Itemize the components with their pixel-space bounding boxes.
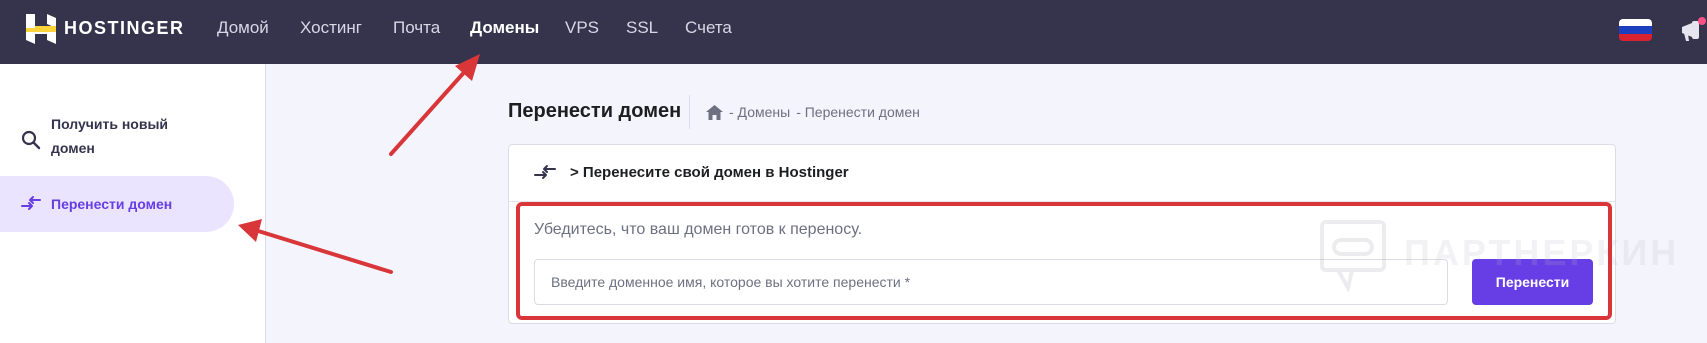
card-header[interactable]: > Перенесите свой домен в Hostinger — [509, 145, 1615, 202]
sidebar-item-transfer-domain[interactable]: Перенести домен — [0, 176, 234, 232]
breadcrumb-domains[interactable]: - Домены — [729, 104, 790, 120]
top-bar: HOSTINGER Домой Хостинг Почта Домены VPS… — [0, 0, 1707, 64]
arrow-to-domains-nav-icon — [389, 54, 480, 156]
card-header-title: > Перенесите свой домен в Hostinger — [570, 164, 849, 181]
nav-email[interactable]: Почта — [393, 18, 440, 38]
language-flag-icon[interactable] — [1619, 19, 1652, 41]
home-icon[interactable] — [706, 104, 723, 120]
breadcrumb-transfer: - Перенести домен — [796, 104, 920, 120]
page-title: Перенести домен — [508, 100, 682, 122]
nav-hosting[interactable]: Хостинг — [300, 18, 362, 38]
nav-billing[interactable]: Счета — [685, 18, 732, 38]
nav-domains[interactable]: Домены — [470, 18, 539, 38]
sidebar-item-label: домен — [51, 140, 95, 156]
transfer-icon — [21, 196, 41, 210]
nav-ssl[interactable]: SSL — [626, 18, 658, 38]
nav-home[interactable]: Домой — [217, 18, 269, 38]
sidebar-item-label: Получить новый — [51, 116, 169, 132]
sidebar-item-get-domain[interactable]: Получить новый домен — [0, 112, 234, 170]
search-icon — [21, 130, 41, 150]
brand-name[interactable]: HOSTINGER — [64, 18, 185, 39]
sidebar-item-label: Перенести домен — [51, 196, 173, 212]
megaphone-icon[interactable] — [1678, 17, 1707, 45]
transfer-icon — [534, 165, 556, 179]
sidebar: Получить новый домен Перенести домен — [0, 64, 266, 343]
breadcrumb: - Домены - Перенести домен — [706, 104, 920, 120]
title-divider — [689, 95, 690, 129]
hostinger-logo-icon[interactable] — [26, 14, 56, 44]
highlight-box — [516, 202, 1612, 320]
nav-vps[interactable]: VPS — [565, 18, 599, 38]
